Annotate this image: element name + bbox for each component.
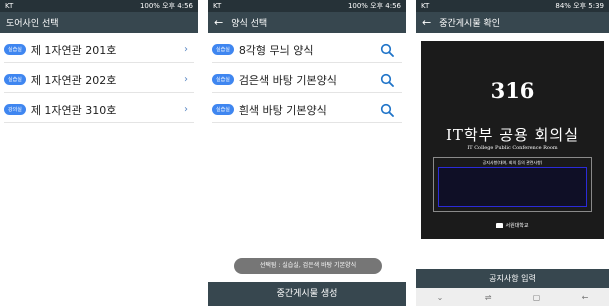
template-label: 8각형 무늬 양식 bbox=[238, 43, 314, 57]
room-name: IT학부 공용 회의실 bbox=[445, 126, 580, 144]
status-right: 100% 오후 4:56 bbox=[347, 2, 401, 10]
status-right: 84% 오후 5:39 bbox=[555, 2, 604, 10]
door-sign-preview: 316 IT학부 공용 회의실 IT College Public Confer… bbox=[421, 41, 604, 239]
status-bar: KT 84% 오후 5:39 bbox=[416, 0, 609, 12]
status-bar: KT 100% 오후 4:56 bbox=[208, 0, 406, 12]
type-badge: 실습실 bbox=[4, 44, 26, 55]
type-badge: 실습실 bbox=[212, 44, 234, 55]
template-row-octagon[interactable]: 실습실 8각형 무늬 양식 bbox=[212, 37, 402, 63]
university-logo: 서원대학교 bbox=[421, 222, 604, 229]
type-badge: 강의실 bbox=[4, 104, 26, 115]
search-icon[interactable] bbox=[380, 103, 394, 117]
type-badge: 실습실 bbox=[4, 74, 26, 85]
room-label: 제 1자연관 201호 bbox=[30, 43, 117, 57]
university-name: 서원대학교 bbox=[505, 223, 529, 229]
system-nav-bar: ⌄ ⇌ ▢ ← bbox=[416, 288, 609, 306]
nav-home-icon[interactable]: ▢ bbox=[533, 293, 541, 302]
app-bar: ← 양식 선택 bbox=[208, 12, 406, 33]
room-row-201[interactable]: 실습실 제 1자연관 201호 › bbox=[4, 37, 194, 63]
screen-door-sign-select: KT 100% 오후 4:56 도어사인 선택 실습실 제 1자연관 201호 … bbox=[0, 0, 198, 306]
chevron-right-icon: › bbox=[184, 74, 188, 85]
page-title: 양식 선택 bbox=[231, 19, 268, 29]
search-icon[interactable] bbox=[380, 73, 394, 87]
notice-panel: 공지사항(대여, 회의 등의 관련사항) bbox=[433, 157, 592, 212]
search-icon[interactable] bbox=[380, 43, 394, 57]
carrier-label: KT bbox=[5, 2, 14, 10]
room-row-310[interactable]: 강의실 제 1자연관 310호 › bbox=[4, 97, 194, 123]
notice-input-button[interactable]: 공지사항 입력 bbox=[416, 269, 609, 288]
carrier-label: KT bbox=[213, 2, 222, 10]
template-label: 흰색 바탕 기본양식 bbox=[238, 103, 327, 117]
template-row-white[interactable]: 실습실 흰색 바탕 기본양식 bbox=[212, 97, 402, 123]
app-bar: 도어사인 선택 bbox=[0, 12, 198, 33]
type-badge: 실습실 bbox=[212, 104, 234, 115]
template-label: 검은색 바탕 기본양식 bbox=[238, 73, 337, 87]
type-badge: 실습실 bbox=[212, 74, 234, 85]
page-title: 중간게시물 확인 bbox=[439, 19, 501, 29]
screen-preview: KT 84% 오후 5:39 ← 중간게시물 확인 316 IT학부 공용 회의… bbox=[416, 0, 609, 306]
room-label: 제 1자연관 202호 bbox=[30, 73, 117, 87]
room-row-202[interactable]: 실습실 제 1자연관 202호 › bbox=[4, 67, 194, 93]
carrier-label: KT bbox=[421, 2, 430, 10]
nav-back-icon[interactable]: ← bbox=[582, 293, 589, 302]
room-label: 제 1자연관 310호 bbox=[30, 103, 117, 117]
room-number: 316 bbox=[490, 78, 535, 103]
back-arrow-icon[interactable]: ← bbox=[422, 17, 431, 28]
back-arrow-icon[interactable]: ← bbox=[214, 17, 223, 28]
generate-button[interactable]: 중간게시물 생성 bbox=[208, 282, 406, 306]
template-row-black[interactable]: 실습실 검은색 바탕 기본양식 bbox=[212, 67, 402, 93]
chevron-right-icon: › bbox=[184, 44, 188, 55]
app-bar: ← 중간게시물 확인 bbox=[416, 12, 609, 33]
nav-menu-icon[interactable]: ⌄ bbox=[437, 293, 444, 302]
room-name-english: IT College Public Conference Room bbox=[467, 145, 558, 151]
selection-toast: 선택됨 : 실습실, 검은색 바탕 기본양식 bbox=[234, 258, 382, 274]
page-title: 도어사인 선택 bbox=[6, 19, 59, 29]
nav-recent-icon[interactable]: ⇌ bbox=[485, 293, 492, 302]
notice-title: 공지사항(대여, 회의 등의 관련사항) bbox=[482, 160, 543, 165]
notice-area bbox=[438, 167, 587, 207]
status-bar: KT 100% 오후 4:56 bbox=[0, 0, 198, 12]
chevron-right-icon: › bbox=[184, 104, 188, 115]
status-right: 100% 오후 4:56 bbox=[139, 2, 193, 10]
university-mark-icon bbox=[496, 223, 504, 228]
screen-template-select: KT 100% 오후 4:56 ← 양식 선택 실습실 8각형 무늬 양식 실습… bbox=[208, 0, 406, 306]
